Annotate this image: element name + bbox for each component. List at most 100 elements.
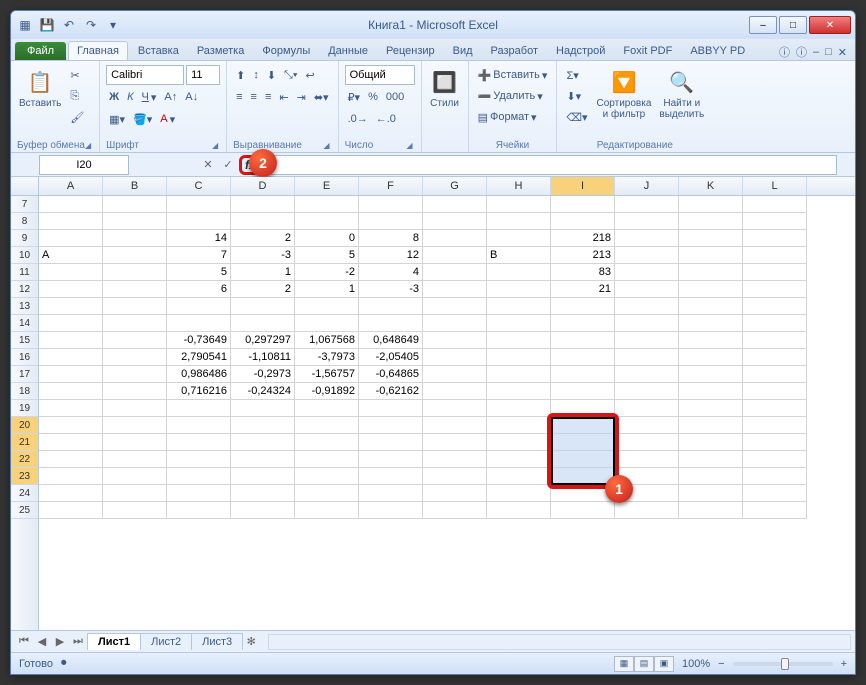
row-header-23[interactable]: 23 (11, 468, 38, 485)
cell[interactable]: В (487, 247, 551, 264)
cell[interactable] (103, 485, 167, 502)
cell[interactable] (679, 349, 743, 366)
cell[interactable] (679, 247, 743, 264)
cell[interactable] (39, 264, 103, 281)
cell[interactable] (551, 434, 615, 451)
cell[interactable] (295, 485, 359, 502)
minimize-ribbon-icon[interactable]: – (813, 46, 819, 58)
cell[interactable] (615, 485, 679, 502)
merge-button[interactable]: ⬌▾ (311, 87, 332, 107)
cell[interactable] (679, 264, 743, 281)
font-name-select[interactable] (106, 65, 184, 85)
col-header-J[interactable]: J (615, 177, 679, 195)
cell[interactable] (167, 213, 231, 230)
row-header-9[interactable]: 9 (11, 230, 38, 247)
undo-icon[interactable]: ↶ (59, 15, 79, 35)
clipboard-launcher-icon[interactable]: ◢ (85, 141, 91, 150)
cell[interactable] (103, 281, 167, 298)
sort-filter-button[interactable]: 🔽 Сортировка и фильтр (595, 65, 654, 122)
cell[interactable]: -0,73649 (167, 332, 231, 349)
cell[interactable] (615, 434, 679, 451)
formula-input[interactable] (266, 155, 837, 175)
cell[interactable] (103, 502, 167, 519)
cell[interactable] (487, 485, 551, 502)
qat-dropdown-icon[interactable]: ▾ (103, 15, 123, 35)
cell[interactable] (615, 264, 679, 281)
tab-формулы[interactable]: Формулы (254, 42, 318, 60)
cell[interactable] (743, 281, 807, 298)
cell[interactable]: 6 (167, 281, 231, 298)
paste-button[interactable]: 📋 Вставить (17, 65, 63, 111)
font-launcher-icon[interactable]: ◢ (212, 141, 218, 150)
col-header-A[interactable]: A (39, 177, 103, 195)
cell[interactable] (103, 332, 167, 349)
cell[interactable]: 2 (231, 230, 295, 247)
cell[interactable] (167, 434, 231, 451)
cell[interactable] (359, 298, 423, 315)
row-header-22[interactable]: 22 (11, 451, 38, 468)
tab-рецензир[interactable]: Рецензир (378, 42, 443, 60)
cut-button[interactable]: ✂ (67, 65, 87, 85)
cell[interactable] (615, 230, 679, 247)
tab-разработ[interactable]: Разработ (483, 42, 546, 60)
cell[interactable] (679, 383, 743, 400)
number-launcher-icon[interactable]: ◢ (406, 141, 412, 150)
cell[interactable] (359, 468, 423, 485)
cells-area[interactable]: 14208218А7-3512В21351-2483621-321-0,7364… (39, 196, 855, 630)
cell[interactable] (551, 213, 615, 230)
orientation-button[interactable]: ⤡▾ (281, 65, 300, 85)
cell[interactable] (39, 502, 103, 519)
cell[interactable] (359, 451, 423, 468)
cell[interactable] (487, 213, 551, 230)
tab-foxit pdf[interactable]: Foxit PDF (615, 42, 680, 60)
enter-formula-icon[interactable]: ✓ (219, 156, 237, 174)
row-header-21[interactable]: 21 (11, 434, 38, 451)
close-button[interactable]: ✕ (809, 16, 851, 34)
cell[interactable] (551, 298, 615, 315)
cell[interactable] (423, 196, 487, 213)
cell[interactable] (743, 332, 807, 349)
name-box[interactable]: I20 (39, 155, 129, 175)
cell[interactable] (679, 332, 743, 349)
cell[interactable] (743, 298, 807, 315)
cell[interactable] (167, 468, 231, 485)
increase-indent-button[interactable]: ⇥ (294, 87, 309, 107)
cell[interactable] (679, 230, 743, 247)
cell[interactable] (743, 349, 807, 366)
cell[interactable] (231, 213, 295, 230)
cell[interactable] (231, 196, 295, 213)
cell[interactable] (167, 315, 231, 332)
cell[interactable] (423, 332, 487, 349)
cell[interactable] (487, 315, 551, 332)
cell[interactable] (103, 434, 167, 451)
cell[interactable] (679, 298, 743, 315)
cell[interactable] (103, 451, 167, 468)
currency-button[interactable]: ₽▾ (345, 87, 364, 107)
cell[interactable] (167, 298, 231, 315)
file-tab[interactable]: Файл (15, 42, 66, 60)
cell[interactable] (167, 502, 231, 519)
cell[interactable] (103, 366, 167, 383)
col-header-I[interactable]: I (551, 177, 615, 195)
cell[interactable] (423, 417, 487, 434)
fill-color-button[interactable]: 🪣▾ (130, 109, 155, 129)
cell[interactable] (487, 230, 551, 247)
increase-decimal-button[interactable]: .0→ (345, 109, 371, 129)
find-select-button[interactable]: 🔍 Найти и выделить (657, 65, 706, 122)
cell[interactable] (551, 468, 615, 485)
cell[interactable] (743, 264, 807, 281)
cell[interactable]: -0,64865 (359, 366, 423, 383)
mdi-restore-icon[interactable]: □ (825, 46, 832, 58)
cell[interactable] (39, 417, 103, 434)
col-header-K[interactable]: K (679, 177, 743, 195)
cell[interactable] (551, 332, 615, 349)
cell[interactable] (295, 400, 359, 417)
cell[interactable] (359, 213, 423, 230)
cell[interactable] (615, 196, 679, 213)
cell[interactable]: 8 (359, 230, 423, 247)
tab-главная[interactable]: Главная (68, 41, 128, 60)
save-icon[interactable]: 💾 (37, 15, 57, 35)
mdi-close-icon[interactable]: ✕ (838, 46, 847, 59)
cell[interactable] (551, 315, 615, 332)
horizontal-scrollbar[interactable] (268, 634, 851, 650)
